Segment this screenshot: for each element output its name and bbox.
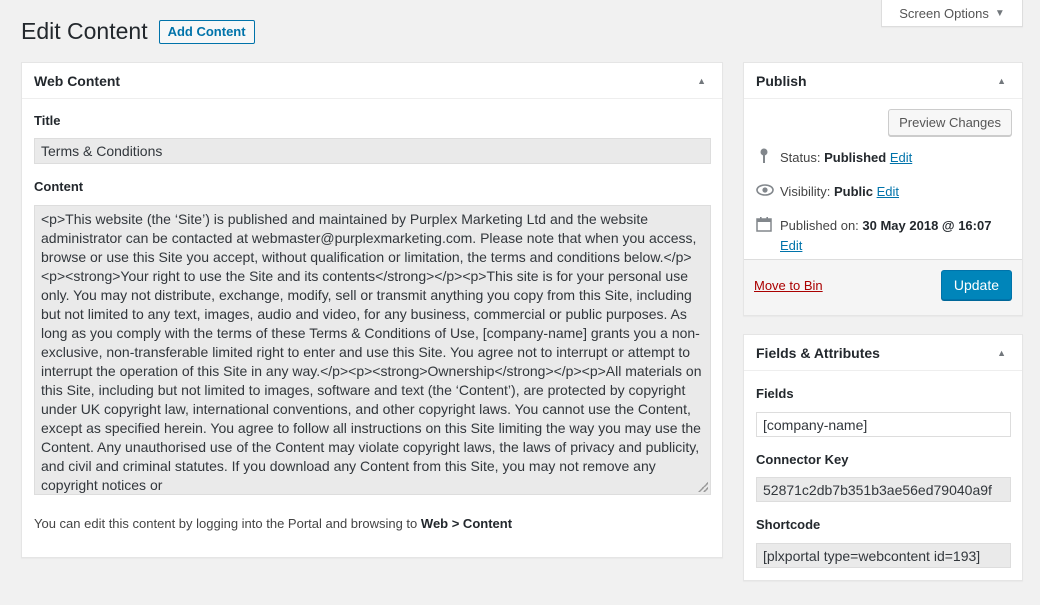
add-content-button[interactable]: Add Content bbox=[158, 19, 255, 44]
collapse-toggle-icon[interactable]: ▲ bbox=[693, 72, 710, 90]
fields-attributes-header[interactable]: Fields & Attributes ▲ bbox=[744, 335, 1022, 371]
screen-options-button[interactable]: Screen Options ▼ bbox=[881, 0, 1023, 27]
shortcode-input[interactable]: [plxportal type=webcontent id=193] bbox=[756, 543, 1011, 568]
content-text: <p>This website (the ‘Site’) is publishe… bbox=[41, 211, 702, 493]
hint-path: Web > Content bbox=[420, 516, 513, 531]
content-textarea[interactable]: <p>This website (the ‘Site’) is publishe… bbox=[34, 205, 711, 495]
edit-visibility-link[interactable]: Edit bbox=[877, 184, 899, 199]
shortcode-label: Shortcode bbox=[756, 517, 821, 532]
web-content-header[interactable]: Web Content ▲ bbox=[22, 63, 722, 99]
triangle-down-icon: ▼ bbox=[994, 7, 1005, 19]
move-to-bin-link[interactable]: Move to Bin bbox=[754, 278, 823, 293]
calendar-icon bbox=[756, 216, 772, 238]
connector-key-label: Connector Key bbox=[756, 452, 849, 467]
status-value: Published bbox=[824, 150, 887, 165]
fields-input[interactable]: [company-name] bbox=[756, 412, 1011, 437]
update-button[interactable]: Update bbox=[940, 270, 1012, 300]
status-label: Status: bbox=[780, 150, 821, 165]
publish-header[interactable]: Publish ▲ bbox=[744, 63, 1022, 99]
web-content-box: Web Content ▲ Title Terms & Conditions C… bbox=[21, 62, 723, 558]
visibility-value: Public bbox=[833, 184, 873, 199]
connector-key-input[interactable]: 52871c2db7b351b3ae56ed79040a9f bbox=[756, 477, 1011, 502]
content-label: Content bbox=[34, 179, 84, 194]
status-row: Status: Published Edit bbox=[756, 148, 1018, 170]
published-on-row: Published on: 30 May 2018 @ 16:07 Edit bbox=[756, 216, 1018, 256]
page-header: Edit Content Add Content bbox=[21, 18, 255, 45]
publish-box: Publish ▲ Preview Changes Status: Publis… bbox=[743, 62, 1023, 316]
collapse-toggle-icon[interactable]: ▲ bbox=[993, 72, 1010, 90]
published-label: Published on: bbox=[780, 218, 859, 233]
pin-icon bbox=[756, 148, 772, 170]
fields-label: Fields bbox=[756, 386, 794, 401]
web-content-title: Web Content bbox=[34, 72, 121, 89]
eye-icon bbox=[756, 182, 774, 202]
publish-title: Publish bbox=[756, 72, 807, 89]
hint-prefix: You can edit this content by logging int… bbox=[34, 516, 418, 531]
published-value: 30 May 2018 @ 16:07 bbox=[862, 218, 992, 233]
content-hint: You can edit this content by logging int… bbox=[34, 516, 512, 531]
edit-date-link[interactable]: Edit bbox=[780, 238, 802, 253]
page-title: Edit Content bbox=[21, 18, 148, 44]
title-label: Title bbox=[34, 113, 61, 128]
visibility-label: Visibility: bbox=[780, 184, 831, 199]
fields-attributes-title: Fields & Attributes bbox=[756, 344, 880, 361]
title-input[interactable]: Terms & Conditions bbox=[34, 138, 711, 164]
preview-changes-button[interactable]: Preview Changes bbox=[888, 109, 1012, 136]
publish-actions: Move to Bin Update bbox=[744, 259, 1022, 315]
screen-options-label: Screen Options bbox=[899, 5, 989, 21]
fields-attributes-box: Fields & Attributes ▲ Fields [company-na… bbox=[743, 334, 1023, 581]
edit-status-link[interactable]: Edit bbox=[890, 150, 912, 165]
visibility-row: Visibility: Public Edit bbox=[756, 182, 1018, 202]
collapse-toggle-icon[interactable]: ▲ bbox=[993, 344, 1010, 362]
resize-handle-icon[interactable] bbox=[698, 482, 708, 492]
